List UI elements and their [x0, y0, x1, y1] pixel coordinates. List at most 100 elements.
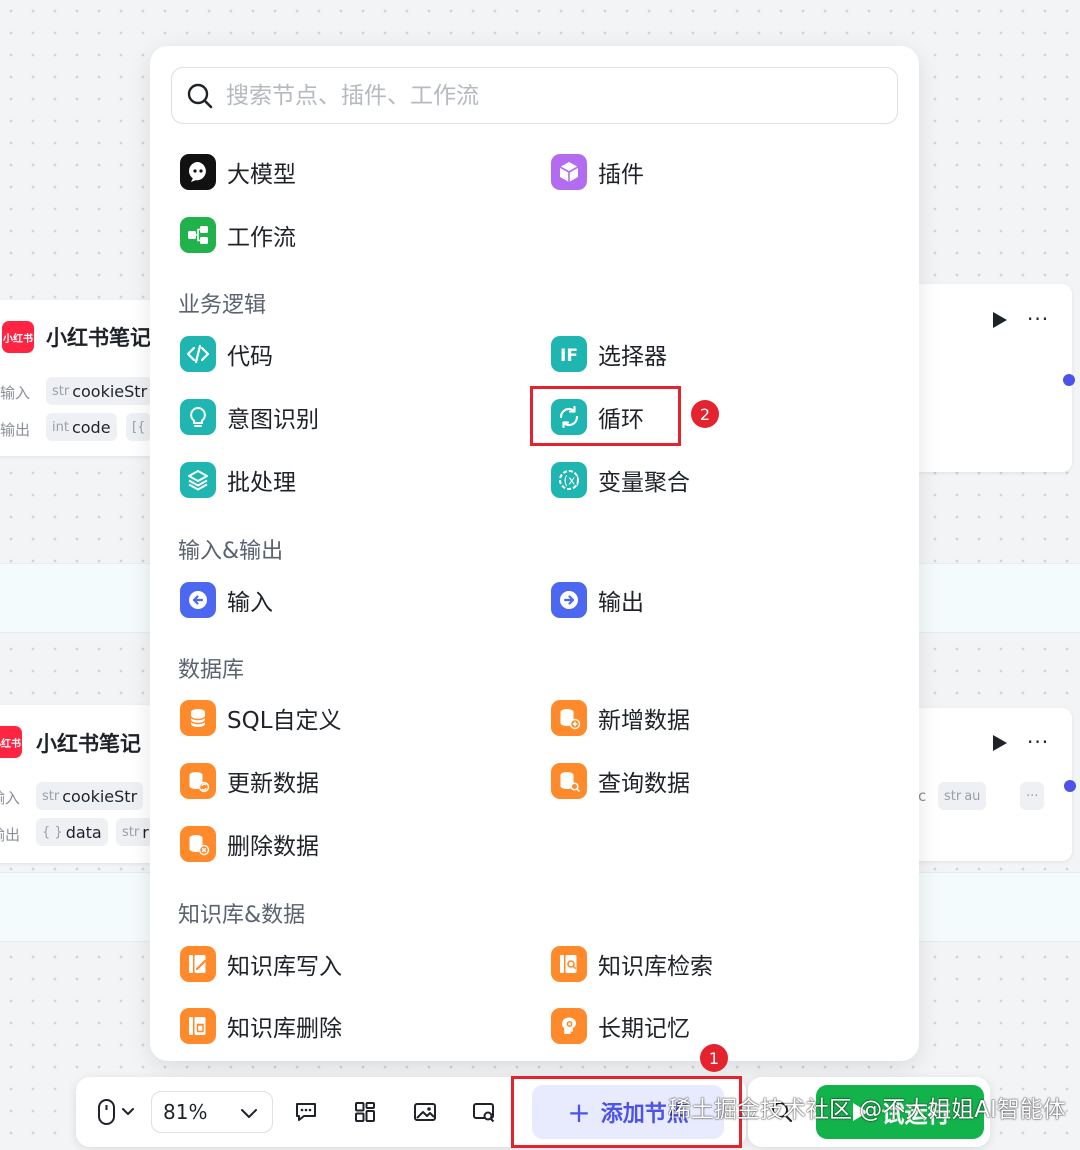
node-item-selector[interactable]: IF 选择器 — [551, 332, 667, 376]
canvas-node-xhs-top[interactable]: 小红书 小红书笔记 输入 str cookieStr 输出 int code [… — [0, 300, 160, 456]
output-label: 输出 — [0, 421, 31, 439]
param-name: code — [71, 417, 111, 437]
database-icon — [180, 700, 216, 736]
node-item-code[interactable]: 代码 — [180, 332, 273, 376]
zoom-select[interactable]: 81% — [151, 1091, 273, 1133]
node-item-query-data[interactable]: 查询数据 — [551, 759, 690, 803]
node-item-label: SQL自定义 — [227, 708, 342, 734]
param-type: str — [944, 788, 962, 804]
comment-icon — [296, 1103, 316, 1121]
node-item-intent[interactable]: 意图识别 — [180, 395, 319, 439]
param-type: [{ — [132, 419, 146, 435]
search-box[interactable] — [171, 67, 898, 124]
input-param-chip: str cookieStr — [46, 377, 154, 405]
node-item-label: 知识库检索 — [598, 954, 713, 980]
knowledge-write-icon — [180, 946, 216, 982]
param-name: data — [65, 822, 102, 842]
database-search-icon — [551, 763, 587, 799]
more-params-chip[interactable]: ··· — [1020, 782, 1045, 810]
node-item-update-data[interactable]: 更新数据 — [180, 759, 319, 803]
node-item-long-memory[interactable]: 长期记忆 — [551, 1004, 690, 1048]
canvas-node-right-bottom[interactable]: ··· c str au ··· — [900, 708, 1072, 861]
node-item-plugin[interactable]: 插件 — [551, 150, 644, 194]
node-list-button[interactable] — [466, 1094, 502, 1130]
node-title: 小红书笔记 — [36, 732, 141, 756]
node-item-loop[interactable]: 循环 — [551, 395, 644, 439]
node-item-label: 批处理 — [227, 470, 296, 496]
input-arrow-icon — [180, 582, 216, 618]
ellipsis-icon: ··· — [1026, 788, 1039, 804]
xiaohongshu-logo: 小红书 — [2, 321, 34, 353]
node-item-delete-data[interactable]: 删除数据 — [180, 822, 319, 866]
more-icon[interactable]: ··· — [1027, 309, 1049, 329]
node-item-label: 插件 — [598, 162, 644, 188]
node-item-label: 循环 — [598, 407, 644, 433]
param-type: str — [122, 824, 140, 840]
section-title-knowledge: 知识库&数据 — [178, 903, 306, 928]
section-title-io: 输入&输出 — [178, 539, 284, 564]
plugin-cube-icon — [551, 154, 587, 190]
more-icon[interactable]: ··· — [1027, 732, 1049, 752]
plus-icon: + — [567, 1095, 591, 1129]
node-item-label: 选择器 — [598, 344, 667, 370]
database-add-icon — [551, 700, 587, 736]
workflow-icon — [180, 217, 216, 253]
svg-text:IF: IF — [560, 346, 578, 366]
node-item-label: 意图识别 — [227, 407, 319, 433]
mouse-icon — [98, 1099, 134, 1125]
search-input[interactable] — [226, 82, 866, 109]
input-label: 输入 — [0, 789, 21, 807]
auto-layout-button[interactable] — [347, 1094, 383, 1130]
knowledge-delete-icon — [180, 1008, 216, 1044]
zoom-value: 81% — [163, 1100, 208, 1124]
node-item-output[interactable]: 输出 — [551, 578, 644, 622]
node-item-label: 删除数据 — [227, 834, 319, 860]
param-type: str — [42, 788, 60, 804]
output-param-chip: int code — [46, 413, 117, 441]
node-item-sql[interactable]: SQL自定义 — [180, 696, 342, 740]
interaction-mode-button[interactable] — [88, 1094, 142, 1130]
node-item-knowledge-search[interactable]: 知识库检索 — [551, 942, 713, 986]
play-icon[interactable] — [993, 735, 1007, 751]
node-item-input[interactable]: 输入 — [180, 578, 273, 622]
annotation-badge-2: 2 — [691, 400, 719, 428]
canvas-node-right-top[interactable]: ··· — [900, 284, 1072, 472]
node-item-add-data[interactable]: 新增数据 — [551, 696, 690, 740]
node-item-knowledge-write[interactable]: 知识库写入 — [180, 942, 342, 986]
code-icon — [180, 336, 216, 372]
param-type: str — [52, 383, 70, 399]
play-icon[interactable] — [993, 312, 1007, 328]
output-port[interactable] — [1064, 780, 1076, 792]
node-item-llm[interactable]: 大模型 — [180, 150, 296, 194]
node-item-knowledge-delete[interactable]: 知识库删除 — [180, 1004, 342, 1048]
layout-grid-icon — [355, 1102, 375, 1122]
output-label: 输出 — [0, 826, 21, 844]
knowledge-search-icon — [551, 946, 587, 982]
add-node-panel: 大模型 插件 工作流 业务逻辑 代码 IF 选择器 意图识别 循环 — [150, 46, 919, 1061]
node-item-variable-merge[interactable]: (x) 变量聚合 — [551, 458, 690, 502]
param-chip: str au — [938, 782, 987, 810]
input-label: 输入 — [0, 384, 31, 402]
node-title: 小红书笔记 — [46, 326, 151, 350]
node-item-workflow[interactable]: 工作流 — [180, 213, 296, 257]
variable-merge-icon: (x) — [551, 462, 587, 498]
node-item-label: 长期记忆 — [598, 1016, 690, 1042]
loop-icon — [551, 399, 587, 435]
search-icon — [187, 83, 213, 108]
param-name: cookieStr — [72, 381, 148, 401]
param-chip-partial: c — [918, 787, 927, 805]
param-name: au — [964, 788, 981, 804]
comment-button[interactable] — [288, 1094, 324, 1130]
minimap-button[interactable] — [407, 1094, 443, 1130]
output-param-chip: str r — [116, 818, 155, 846]
batch-layers-icon — [180, 462, 216, 498]
output-port[interactable] — [1063, 374, 1075, 386]
canvas-node-xhs-bottom[interactable]: 小红书 小红书笔记 输入 str cookieStr 输出 { } data s… — [0, 705, 160, 863]
long-memory-icon — [551, 1008, 587, 1044]
xiaohongshu-logo: 小红书 — [0, 726, 22, 758]
node-item-label: 变量聚合 — [598, 470, 690, 496]
node-item-batch[interactable]: 批处理 — [180, 458, 296, 502]
node-item-label: 知识库写入 — [227, 954, 342, 980]
svg-text:(x): (x) — [564, 474, 580, 488]
param-type: int — [52, 419, 69, 435]
